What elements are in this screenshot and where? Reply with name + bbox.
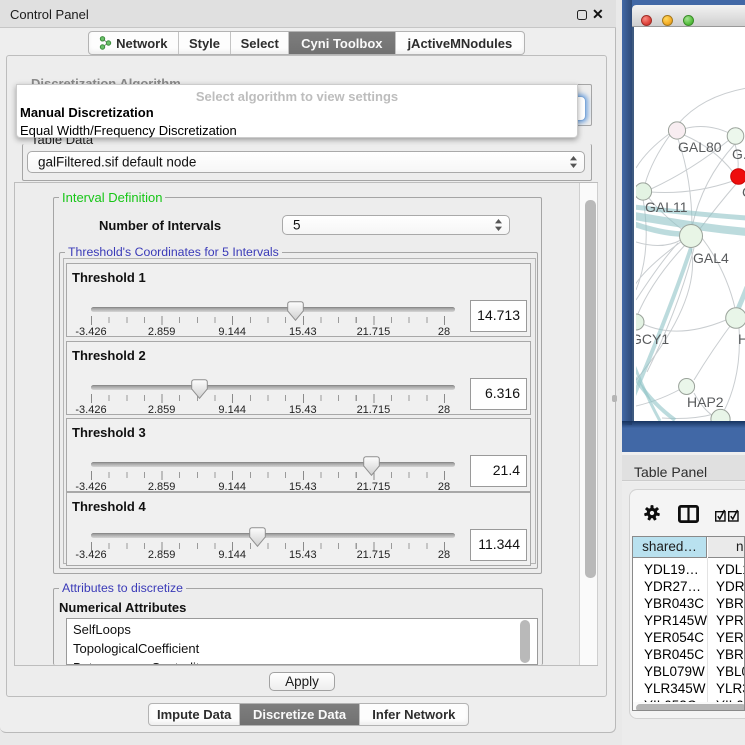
svg-text:GAL4: GAL4 bbox=[693, 250, 729, 266]
svg-text:GAL80: GAL80 bbox=[678, 139, 722, 155]
svg-text:HAP2: HAP2 bbox=[687, 394, 724, 410]
svg-text:GAL11: GAL11 bbox=[645, 199, 688, 215]
svg-text:H: H bbox=[738, 331, 745, 347]
svg-text:GCY1: GCY1 bbox=[636, 331, 669, 347]
svg-text:G.: G. bbox=[732, 146, 745, 162]
